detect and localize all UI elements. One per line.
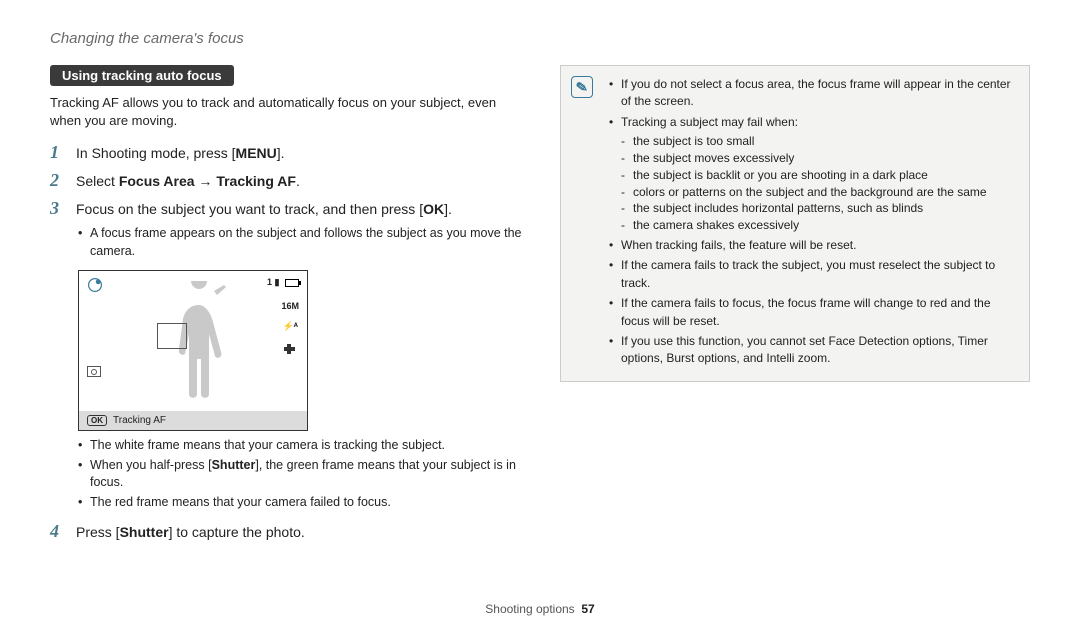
- note-subitem: the subject includes horizontal patterns…: [621, 200, 1017, 217]
- focus-frame: [157, 323, 187, 349]
- ok-icon: OK: [87, 415, 107, 426]
- footer-section: Shooting options: [485, 602, 574, 616]
- lcd-top-right: 1 ▮: [267, 277, 299, 290]
- step-2: 2 Select Focus Area → Tracking AF.: [50, 170, 530, 192]
- step-number: 3: [50, 198, 66, 219]
- note-item: Tracking a subject may fail when: the su…: [609, 114, 1017, 234]
- ok-button-label: OK: [423, 201, 444, 217]
- tracking-af-label: Tracking AF: [216, 173, 296, 189]
- step-post: ].: [277, 145, 285, 161]
- frame-meanings: The white frame means that your camera i…: [78, 437, 530, 511]
- menu-button-label: MENU: [236, 145, 277, 161]
- text: When you half-press [: [90, 458, 212, 472]
- lcd-status-bar: OK Tracking AF: [79, 411, 307, 430]
- step-text: Press [Shutter] to capture the photo.: [76, 521, 305, 543]
- focus-area-label: Focus Area: [119, 173, 195, 189]
- step-text: Select Focus Area → Tracking AF.: [76, 170, 300, 192]
- note-item: If you use this function, you cannot set…: [609, 333, 1017, 368]
- lcd-illustration: 1 ▮ 16M ⚡ᴬ: [78, 270, 530, 431]
- step-pre: In Shooting mode, press [: [76, 145, 236, 161]
- page-number: 57: [581, 602, 594, 616]
- note-box: ✎ If you do not select a focus area, the…: [560, 65, 1030, 382]
- step-number: 4: [50, 521, 66, 542]
- stabilizer-icon: [283, 342, 297, 358]
- page-footer: Shooting options 57: [0, 602, 1080, 616]
- shot-counter: 1: [267, 277, 272, 287]
- step-3: 3 Focus on the subject you want to track…: [50, 198, 530, 220]
- sd-icon: ▮: [275, 277, 280, 287]
- substep-text: A focus frame appears on the subject and…: [78, 225, 530, 260]
- step-number: 2: [50, 170, 66, 191]
- note-item: If you do not select a focus area, the f…: [609, 76, 1017, 111]
- intro-text: Tracking AF allows you to track and auto…: [50, 94, 530, 130]
- note-subitem: the subject is too small: [621, 133, 1017, 150]
- step-pre: Press [: [76, 524, 120, 540]
- note-item: When tracking fails, the feature will be…: [609, 237, 1017, 254]
- left-column: Using tracking auto focus Tracking AF al…: [50, 65, 530, 549]
- frame-green: When you half-press [Shutter], the green…: [78, 457, 530, 492]
- right-column: ✎ If you do not select a focus area, the…: [560, 65, 1030, 549]
- page-header: Changing the camera's focus: [50, 30, 1030, 47]
- step-text: In Shooting mode, press [MENU].: [76, 142, 285, 164]
- mode-icon: [87, 277, 103, 293]
- step-post: ] to capture the photo.: [169, 524, 305, 540]
- camera-icon: [87, 366, 101, 377]
- note-icon: ✎: [571, 76, 593, 98]
- arrow: →: [195, 173, 217, 189]
- flash-auto-icon: ⚡ᴬ: [282, 321, 298, 332]
- step-post: .: [296, 173, 300, 189]
- step-3-sub: A focus frame appears on the subject and…: [78, 225, 530, 260]
- battery-icon: [285, 279, 299, 287]
- note-subitem: the camera shakes excessively: [621, 217, 1017, 234]
- step-pre: Select: [76, 173, 119, 189]
- step-number: 1: [50, 142, 66, 163]
- note-item: If the camera fails to focus, the focus …: [609, 295, 1017, 330]
- note-subitem: colors or patterns on the subject and th…: [621, 184, 1017, 201]
- resolution-icon: 16M: [281, 301, 299, 311]
- frame-white: The white frame means that your camera i…: [78, 437, 530, 455]
- frame-red: The red frame means that your camera fai…: [78, 494, 530, 512]
- note-item: If the camera fails to track the subject…: [609, 257, 1017, 292]
- note-subitem: the subject is backlit or you are shooti…: [621, 167, 1017, 184]
- step-4: 4 Press [Shutter] to capture the photo.: [50, 521, 530, 543]
- step-1: 1 In Shooting mode, press [MENU].: [50, 142, 530, 164]
- section-badge: Using tracking auto focus: [50, 65, 234, 86]
- note-lead: Tracking a subject may fail when:: [621, 115, 798, 129]
- step-text: Focus on the subject you want to track, …: [76, 198, 452, 220]
- lcd-mode-label: Tracking AF: [113, 415, 166, 426]
- shutter-label: Shutter: [120, 524, 169, 540]
- step-post: ].: [444, 201, 452, 217]
- shutter-label: Shutter: [212, 458, 256, 472]
- step-pre: Focus on the subject you want to track, …: [76, 201, 423, 217]
- note-subitem: the subject moves excessively: [621, 150, 1017, 167]
